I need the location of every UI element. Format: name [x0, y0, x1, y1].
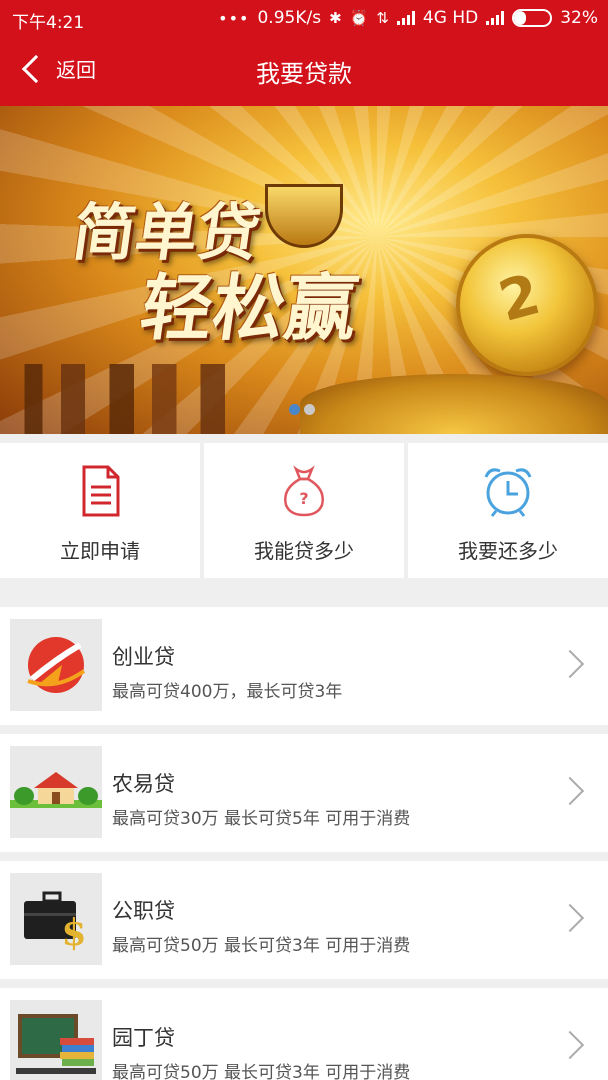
farmhouse-icon: [10, 746, 102, 838]
status-indicators: ••• 0.95K/s ✱ ⏰ ⇅ 4G HD 32%: [218, 8, 598, 28]
notification-dots: •••: [218, 8, 250, 28]
banner-slogan: 简单贷 轻松赢: [57, 196, 372, 350]
loan-desc: 最高可贷50万 最长可贷3年 可用于消费: [112, 936, 411, 956]
quick-actions: 立即申请 ? 我能贷多少 我要还多少: [0, 443, 608, 578]
loan-desc: 最高可贷50万 最长可贷3年 可用于消费: [112, 1063, 411, 1080]
svg-text:$: $: [61, 912, 86, 954]
loan-name: 农易贷: [112, 772, 175, 796]
loan-name: 创业贷: [112, 645, 175, 669]
loan-desc: 最高可贷400万，最长可贷3年: [112, 682, 343, 702]
loan-item-startup[interactable]: 创业贷 最高可贷400万，最长可贷3年: [0, 607, 608, 725]
network-type: 4G HD: [422, 8, 479, 28]
loan-name: 园丁贷: [112, 1026, 175, 1050]
loan-item-farm[interactable]: 农易贷 最高可贷30万 最长可贷5年 可用于消费: [0, 734, 608, 852]
chevron-right-icon: [555, 1030, 585, 1060]
battery-icon: [512, 9, 553, 27]
data-transfer-icon: ⇅: [376, 9, 389, 27]
chevron-right-icon: [555, 649, 585, 679]
status-time: 下午4:21: [12, 13, 85, 33]
apply-now-button[interactable]: 立即申请: [0, 443, 200, 578]
top-bar: 下午4:21 ••• 0.95K/s ✱ ⏰ ⇅ 4G HD 32% 返回 我要…: [0, 0, 608, 106]
loan-item-civil-servant[interactable]: $ 公职贷 最高可贷50万 最长可贷3年 可用于消费: [0, 861, 608, 979]
network-speed: 0.95K/s: [257, 8, 322, 28]
document-icon: [82, 465, 120, 517]
status-bar: 下午4:21 ••• 0.95K/s ✱ ⏰ ⇅ 4G HD 32%: [0, 0, 608, 36]
alarm-status-icon: ⏰: [349, 9, 369, 27]
repayment-button[interactable]: 我要还多少: [408, 443, 608, 578]
chevron-right-icon: [555, 903, 585, 933]
carousel-dot[interactable]: [289, 404, 300, 415]
blackboard-books-icon: [10, 1000, 102, 1080]
city-skyline-image: [0, 364, 608, 434]
promo-banner[interactable]: 2 简单贷 轻松赢: [0, 106, 608, 434]
signal-icon: [396, 11, 415, 25]
loan-desc: 最高可贷30万 最长可贷5年 可用于消费: [112, 809, 411, 829]
chevron-right-icon: [555, 776, 585, 806]
alarm-clock-icon: [484, 468, 532, 517]
carousel-indicator: [289, 404, 315, 415]
startup-logo-icon: [10, 619, 102, 711]
briefcase-dollar-icon: $: [10, 873, 102, 965]
loan-name: 公职贷: [112, 899, 175, 923]
battery-percent: 32%: [560, 8, 598, 28]
carousel-dot[interactable]: [304, 404, 315, 415]
loan-amount-button[interactable]: ? 我能贷多少: [204, 443, 404, 578]
loan-item-teacher[interactable]: 园丁贷 最高可贷50万 最长可贷3年 可用于消费: [0, 988, 608, 1080]
banner-line-2: 轻松赢: [135, 266, 363, 350]
apply-now-label: 立即申请: [60, 539, 140, 563]
money-bag-icon: ?: [284, 465, 324, 517]
svg-text:?: ?: [299, 489, 308, 508]
banner-line-1: 简单贷: [68, 196, 265, 269]
bluetooth-icon: ✱: [329, 9, 342, 27]
page-title: 我要贷款: [256, 60, 352, 88]
loan-amount-label: 我能贷多少: [254, 539, 354, 563]
repayment-label: 我要还多少: [458, 539, 558, 563]
title-bar: 返回 我要贷款: [0, 36, 608, 106]
signal-icon-2: [486, 11, 505, 25]
